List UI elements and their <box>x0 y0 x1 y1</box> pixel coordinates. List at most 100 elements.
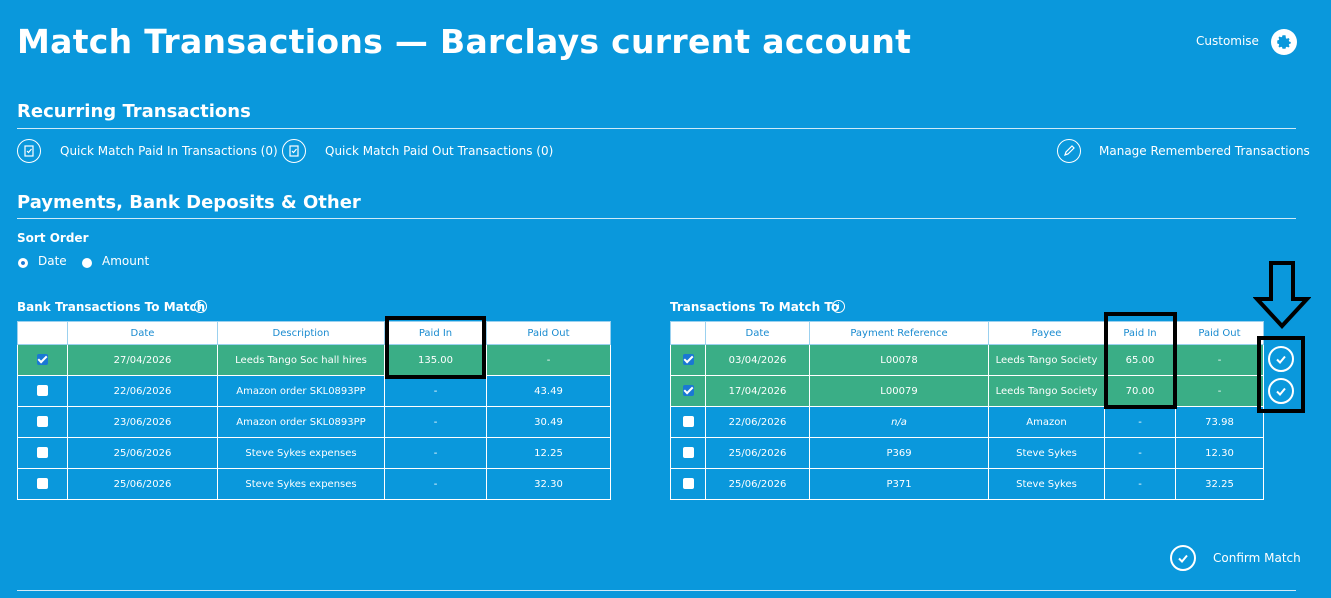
quick-match-out-icon[interactable] <box>282 139 306 163</box>
paid-out-cell: - <box>486 344 611 376</box>
row-match-tick-icon[interactable] <box>1268 346 1294 372</box>
table-row[interactable]: 23/06/2026 Amazon order SKL0893PP - 30.4… <box>17 406 611 438</box>
manage-remembered-link[interactable]: Manage Remembered Transactions <box>1099 144 1310 158</box>
row-checkbox[interactable] <box>37 354 48 366</box>
description-cell: Steve Sykes expenses <box>217 468 385 500</box>
divider <box>17 590 1296 591</box>
page-title: Match Transactions — Barclays current ac… <box>17 22 912 61</box>
column-header[interactable]: Paid Out <box>486 321 611 345</box>
table-row[interactable]: 22/06/2026 Amazon order SKL0893PP - 43.4… <box>17 375 611 407</box>
quick-match-out-link[interactable]: Quick Match Paid Out Transactions (0) <box>325 144 553 158</box>
quick-match-in-link[interactable]: Quick Match Paid In Transactions (0) <box>60 144 278 158</box>
row-select-cell[interactable] <box>670 344 706 376</box>
paid-in-cell: - <box>384 468 487 500</box>
description-cell: Amazon order SKL0893PP <box>217 406 385 438</box>
reference-cell: n/a <box>809 406 989 438</box>
description-cell: Amazon order SKL0893PP <box>217 375 385 407</box>
column-header[interactable]: Payee <box>988 321 1105 345</box>
payee-cell: Amazon <box>988 406 1105 438</box>
row-select-cell[interactable] <box>17 344 68 376</box>
row-checkbox[interactable] <box>682 354 694 366</box>
paid-out-cell: 12.30 <box>1175 437 1264 469</box>
highlight-box-paid-in <box>1104 312 1177 409</box>
date-cell: 25/06/2026 <box>67 468 218 500</box>
column-header[interactable]: Paid Out <box>1175 321 1264 345</box>
row-select-cell[interactable] <box>670 468 706 500</box>
date-cell: 23/06/2026 <box>67 406 218 438</box>
row-checkbox[interactable] <box>37 478 48 490</box>
pencil-icon[interactable] <box>1057 139 1081 163</box>
row-checkbox[interactable] <box>37 385 48 397</box>
table-row[interactable]: 25/06/2026 P371 Steve Sykes - 32.25 <box>670 468 1264 500</box>
payments-title: Payments, Bank Deposits & Other <box>17 192 361 213</box>
sort-date-radio[interactable] <box>18 258 28 268</box>
date-cell: 22/06/2026 <box>705 406 810 438</box>
paid-in-cell: - <box>384 406 487 438</box>
column-header[interactable]: Date <box>67 321 218 345</box>
row-select-cell[interactable] <box>670 375 706 407</box>
bank-transactions-table: Date Description Paid In Paid Out 27/04/… <box>17 321 611 500</box>
column-header-select <box>17 321 68 345</box>
paid-out-cell: 30.49 <box>486 406 611 438</box>
row-checkbox[interactable] <box>682 416 694 428</box>
sort-order-label: Sort Order <box>17 231 89 245</box>
table-row[interactable]: 27/04/2026 Leeds Tango Soc hall hires 13… <box>17 344 611 376</box>
reference-cell: L00079 <box>809 375 989 407</box>
table-row[interactable]: 25/06/2026 Steve Sykes expenses - 32.30 <box>17 468 611 500</box>
payee-cell: Steve Sykes <box>988 468 1105 500</box>
row-select-cell[interactable] <box>670 437 706 469</box>
column-header[interactable]: Description <box>217 321 385 345</box>
row-select-cell[interactable] <box>17 375 68 407</box>
paid-in-cell: - <box>1104 406 1176 438</box>
paid-in-cell: - <box>384 437 487 469</box>
sort-amount-radio[interactable] <box>82 258 92 268</box>
row-checkbox[interactable] <box>37 447 48 459</box>
row-select-cell[interactable] <box>17 406 68 438</box>
date-cell: 25/06/2026 <box>705 437 810 469</box>
recurring-title: Recurring Transactions <box>17 101 251 122</box>
info-icon[interactable]: i <box>194 300 207 313</box>
customise-label[interactable]: Customise <box>1196 34 1259 48</box>
payee-cell: Steve Sykes <box>988 437 1105 469</box>
row-select-cell[interactable] <box>670 406 706 438</box>
highlight-box-paid-in <box>385 316 486 379</box>
reference-cell: P369 <box>809 437 989 469</box>
confirm-match-button[interactable]: Confirm Match <box>1213 551 1301 565</box>
down-arrow-icon <box>1253 261 1311 329</box>
paid-out-cell: 12.25 <box>486 437 611 469</box>
bank-table-title: Bank Transactions To Match <box>17 300 206 314</box>
row-checkbox[interactable] <box>682 385 694 397</box>
gear-icon[interactable] <box>1271 29 1297 55</box>
paid-out-cell: - <box>1175 344 1264 376</box>
sort-amount-label[interactable]: Amount <box>102 254 149 268</box>
reference-cell: P371 <box>809 468 989 500</box>
date-cell: 03/04/2026 <box>705 344 810 376</box>
row-checkbox[interactable] <box>37 416 48 428</box>
column-header[interactable]: Payment Reference <box>809 321 989 345</box>
confirm-match-icon[interactable] <box>1170 545 1196 571</box>
column-header-select <box>670 321 706 345</box>
date-cell: 25/06/2026 <box>67 437 218 469</box>
row-match-tick-icon[interactable] <box>1268 378 1294 404</box>
paid-in-cell: - <box>1104 468 1176 500</box>
description-cell: Leeds Tango Soc hall hires <box>217 344 385 376</box>
table-row[interactable]: 25/06/2026 P369 Steve Sykes - 12.30 <box>670 437 1264 469</box>
column-header[interactable]: Date <box>705 321 810 345</box>
paid-out-cell: 32.25 <box>1175 468 1264 500</box>
paid-in-cell: - <box>384 375 487 407</box>
sort-date-label[interactable]: Date <box>38 254 67 268</box>
date-cell: 27/04/2026 <box>67 344 218 376</box>
table-row[interactable]: 22/06/2026 n/a Amazon - 73.98 <box>670 406 1264 438</box>
info-icon[interactable]: i <box>832 300 845 313</box>
match-table-title: Transactions To Match To <box>670 300 840 314</box>
row-checkbox[interactable] <box>682 478 694 490</box>
date-cell: 17/04/2026 <box>705 375 810 407</box>
row-checkbox[interactable] <box>682 447 694 459</box>
paid-in-cell: - <box>1104 437 1176 469</box>
payee-cell: Leeds Tango Society <box>988 375 1105 407</box>
row-select-cell[interactable] <box>17 468 68 500</box>
table-row[interactable]: 25/06/2026 Steve Sykes expenses - 12.25 <box>17 437 611 469</box>
quick-match-in-icon[interactable] <box>17 139 41 163</box>
paid-out-cell: 43.49 <box>486 375 611 407</box>
row-select-cell[interactable] <box>17 437 68 469</box>
